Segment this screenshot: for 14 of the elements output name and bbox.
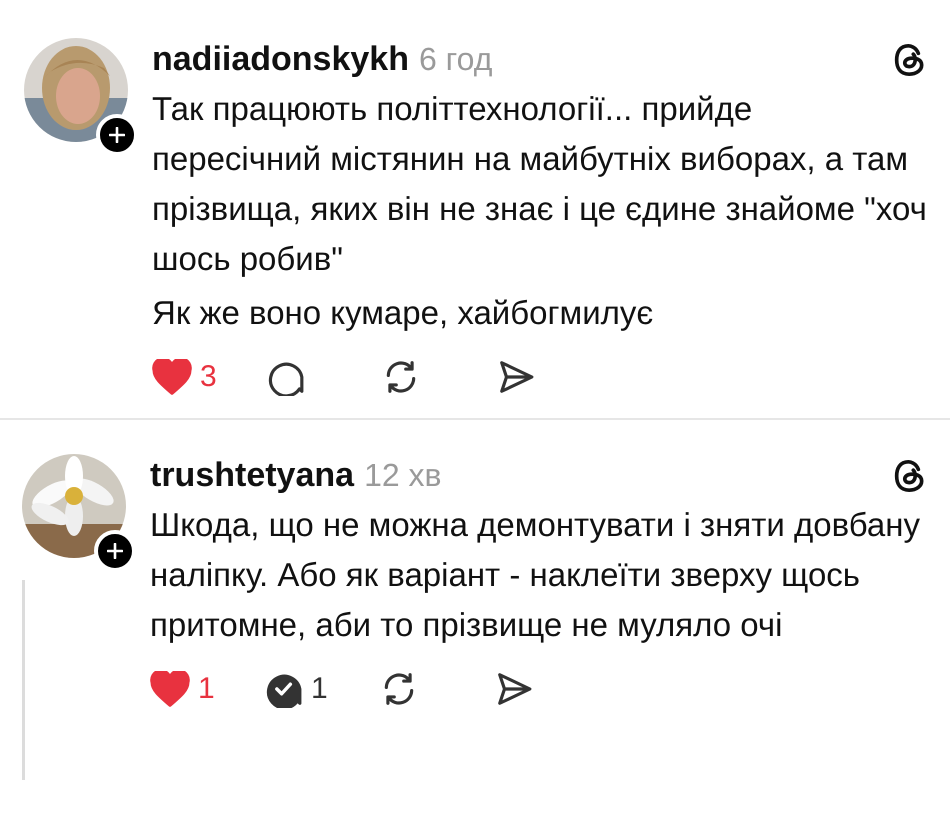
- send-icon: [497, 358, 535, 396]
- plus-icon: [109, 127, 125, 143]
- like-button[interactable]: 3: [152, 359, 267, 395]
- plus-icon: [107, 543, 123, 559]
- post-time: 12 хв: [364, 457, 442, 494]
- post-text: Так працюють політтехнології... прийде пересічний містянин на майбутніх виборах, а там прізвища, яких він не знає і це єдине знайоме "хоч шось робив": [152, 89, 928, 279]
- post-text: Шкода, що не можна демонтувати і зняти довбану наліпку. Або як варіант - наклеїти зверху щось притомне, аби то прізвище не муляло очі: [150, 505, 921, 645]
- reply-button[interactable]: 1: [265, 670, 380, 708]
- like-button[interactable]: 1: [150, 671, 265, 707]
- send-icon: [495, 670, 533, 708]
- post-text: Як же воно кумаре, хайбогмилує: [152, 293, 654, 333]
- username[interactable]: nadiiadonskykh: [152, 40, 409, 79]
- post-time: 6 год: [418, 41, 492, 78]
- username[interactable]: trushtetyana: [150, 456, 354, 495]
